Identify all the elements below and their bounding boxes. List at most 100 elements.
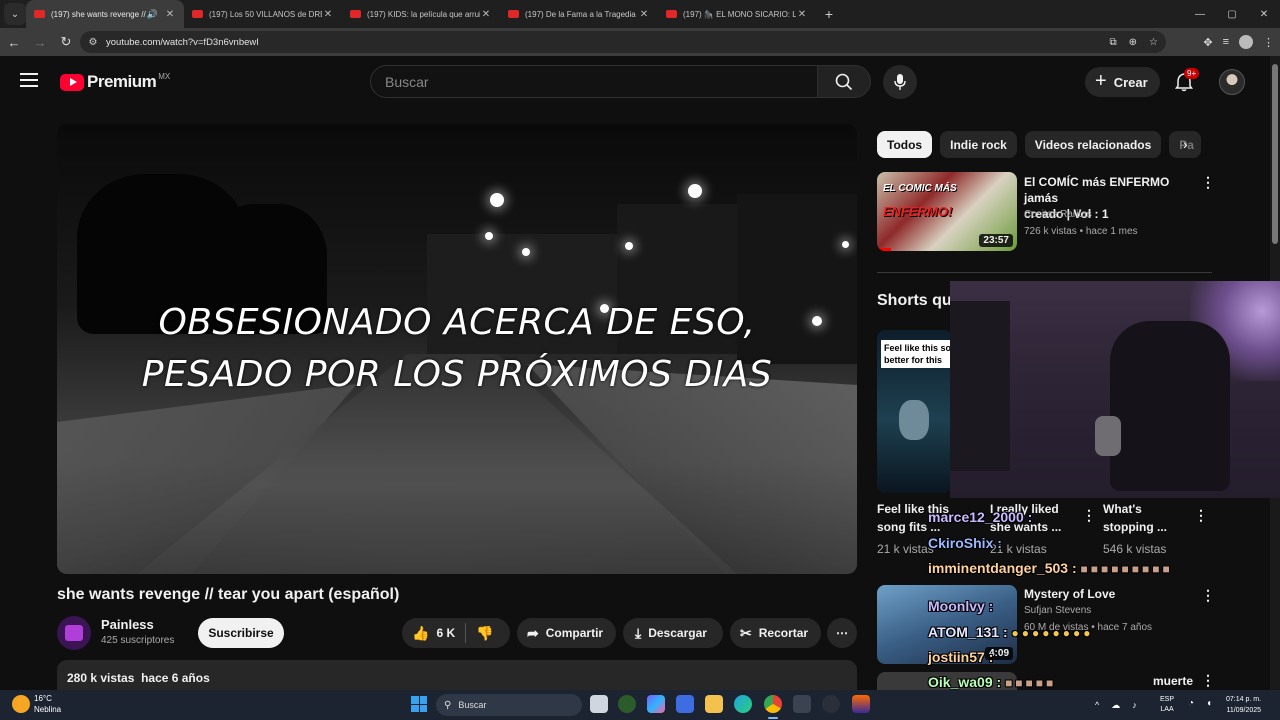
xbox-app-icon[interactable] (618, 695, 636, 713)
recommendation-item[interactable]: EL COMIC MÁS ENFERMO! 23:57 El COMÍC más… (877, 172, 1217, 252)
browser-tab-1[interactable]: (197) she wants revenge // tear you apar… (26, 0, 184, 28)
store-icon[interactable] (676, 695, 694, 713)
recommendation-channel[interactable]: Sufjan Stevens (1024, 605, 1091, 616)
profile-icon[interactable] (1239, 35, 1253, 49)
media-app-icon[interactable] (852, 695, 870, 713)
search-input[interactable] (370, 65, 818, 98)
account-avatar[interactable] (1219, 69, 1245, 95)
emote-row: ■■■■■ (1005, 676, 1057, 690)
tab-close-icon[interactable]: ✕ (164, 9, 176, 20)
browser-tab-4[interactable]: (197) De la Fama a la Tragedia | Las ✕ (500, 0, 658, 28)
microphone-tray-icon[interactable]: ♪ (1132, 700, 1137, 710)
search-button[interactable] (817, 65, 871, 98)
install-app-icon[interactable]: ⧉ (1110, 37, 1117, 48)
menu-icon[interactable]: ⋮ (1263, 36, 1274, 49)
extensions-icon[interactable]: ✥ (1203, 36, 1212, 49)
wifi-icon[interactable]: ◔ (1188, 698, 1194, 709)
short-title[interactable]: What's stopping ... (1103, 500, 1167, 536)
url-text[interactable]: youtube.com/watch?v=fD3n6vnbewI (106, 37, 259, 48)
video-thumbnail[interactable]: EL COMIC MÁS ENFERMO! 23:57 (877, 172, 1017, 251)
media-controls-icon[interactable]: ≡ (1223, 36, 1229, 48)
chip-indie-rock[interactable]: Indie rock (940, 131, 1017, 158)
capcut-icon[interactable] (793, 695, 811, 713)
channel-avatar[interactable] (57, 616, 91, 650)
chat-text: : (1068, 560, 1077, 576)
browser-tab-3[interactable]: (197) KIDS: la película que arruinó ✕ (342, 0, 500, 28)
copilot-icon[interactable] (647, 695, 665, 713)
menu-icon[interactable] (20, 73, 38, 87)
chat-username: ATOM_131 (928, 624, 1000, 640)
maximize-button[interactable]: ▢ (1216, 0, 1248, 28)
volume-icon[interactable]: ◖ (1206, 698, 1212, 709)
chat-username: CkiroShix (928, 535, 994, 551)
more-options-icon[interactable]: ⋮ (1201, 174, 1215, 191)
more-options-icon[interactable]: ⋮ (1194, 507, 1208, 524)
youtube-favicon-icon (508, 10, 519, 18)
tab-close-icon[interactable]: ✕ (638, 9, 650, 20)
recommendation-channel[interactable]: Cositas Raritas (1024, 209, 1092, 220)
browser-tab-2[interactable]: (197) Los 50 VILLANOS de DREAMWORKS ✕ (184, 0, 342, 28)
browser-tab-5[interactable]: (197) 🦍 EL MONO SICARIO: La historia ✕ (658, 0, 816, 28)
youtube-favicon-icon (192, 10, 203, 18)
youtube-favicon-icon (350, 10, 361, 18)
windows-start-icon[interactable] (411, 696, 427, 712)
scrollbar-thumb[interactable] (1272, 64, 1278, 244)
language-indicator[interactable]: ESP LAA (1160, 695, 1174, 715)
short-views: 546 k vistas (1103, 542, 1167, 556)
dislike-icon[interactable]: 👎 (476, 625, 493, 642)
recommendation-title[interactable]: Mystery of Love (1024, 587, 1115, 601)
edge-icon[interactable] (734, 695, 752, 713)
new-tab-button[interactable]: + (818, 6, 840, 22)
minimize-button[interactable]: — (1184, 0, 1216, 28)
more-options-icon[interactable]: ⋮ (1201, 672, 1215, 689)
more-options-icon[interactable]: ⋮ (1201, 587, 1215, 604)
tab-close-icon[interactable]: ✕ (480, 9, 492, 20)
chip-todos[interactable]: Todos (877, 131, 933, 158)
voice-search-button[interactable] (883, 65, 917, 99)
notifications-button[interactable]: 9+ (1172, 68, 1200, 94)
more-options-icon[interactable]: ⋮ (1082, 507, 1096, 524)
download-button[interactable]: ⤓ Descargar (623, 618, 723, 648)
like-icon[interactable]: 👍 (412, 625, 429, 642)
chevron-right-icon[interactable]: › (1183, 136, 1188, 152)
chrome-icon[interactable] (764, 695, 782, 713)
subscribe-button[interactable]: Suscribirse (198, 618, 284, 648)
close-window-button[interactable]: ✕ (1248, 0, 1280, 28)
like-count[interactable]: 6 K (436, 626, 455, 640)
short-thumbnail-figure (899, 400, 929, 440)
reload-button[interactable]: ↻ (54, 30, 78, 54)
site-info-icon[interactable]: ⚙ (82, 37, 104, 48)
forward-button[interactable]: → (28, 30, 52, 54)
tab-close-icon[interactable]: ✕ (322, 9, 334, 20)
share-button[interactable]: ➦ Compartir (517, 618, 616, 648)
clip-button[interactable]: ✂ Recortar (730, 618, 821, 648)
zoom-icon[interactable]: ⊕ (1129, 37, 1137, 48)
clock[interactable]: 07:14 p. m. 11/09/2025 (1226, 694, 1261, 716)
short-thumbnail[interactable]: Feel like this so better for this (877, 330, 952, 493)
recommendation-title[interactable]: muerte (1153, 674, 1193, 688)
tab-search-button[interactable]: ⌄ (4, 3, 26, 25)
address-bar[interactable]: ⚙ youtube.com/watch?v=fD3n6vnbewI ⧉ ⊕ ☆ (80, 31, 1166, 53)
chevron-up-icon[interactable]: ^ (1095, 700, 1099, 710)
speaker-icon[interactable]: 🔊 (147, 9, 158, 20)
bookmark-star-icon[interactable]: ☆ (1149, 37, 1158, 48)
video-player[interactable]: OBSESIONADO ACERCA DE ESO, PESADO POR LO… (57, 124, 857, 574)
taskbar-search[interactable]: ⚲ Buscar (436, 694, 582, 716)
chip-videos-relacionados[interactable]: Videos relacionados (1024, 131, 1162, 158)
file-explorer-icon[interactable] (705, 695, 723, 713)
tab-close-icon[interactable]: ✕ (796, 9, 808, 20)
weather-widget[interactable]: 16°C Neblina (12, 693, 61, 715)
browser-toolbar: ← → ↻ ⚙ youtube.com/watch?v=fD3n6vnbewI … (0, 28, 1280, 56)
active-app-indicator (768, 717, 778, 719)
clock-time: 07:14 p. m. (1226, 696, 1262, 703)
youtube-premium-logo[interactable]: Premium MX (60, 72, 170, 92)
more-actions-button[interactable]: ⋯ (827, 618, 857, 648)
create-button[interactable]: + Crear (1085, 67, 1160, 97)
channel-name[interactable]: Painless (101, 617, 154, 632)
emote-row: ●●●●●●●● (1011, 626, 1094, 640)
back-button[interactable]: ← (2, 30, 26, 54)
network-icon[interactable]: ☁ (1111, 700, 1120, 711)
short-caption: Feel like this so better for this (881, 340, 952, 368)
obs-icon[interactable] (822, 695, 840, 713)
task-view-icon[interactable] (590, 695, 608, 713)
